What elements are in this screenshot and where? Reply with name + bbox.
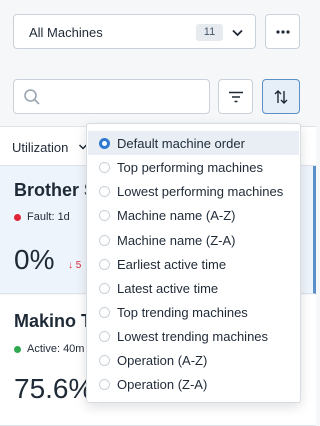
- sort-option-label: Operation (Z-A): [117, 376, 208, 392]
- more-options-button[interactable]: [265, 14, 300, 49]
- search-icon: [24, 89, 40, 105]
- search-input[interactable]: [13, 79, 210, 114]
- utilization-value: 0%: [14, 244, 55, 275]
- sort-option[interactable]: Default machine order: [88, 131, 299, 155]
- radio-unselected: [99, 378, 110, 390]
- sort-option[interactable]: Machine name (Z-A): [88, 228, 299, 252]
- machine-status: Fault: 1d: [14, 211, 70, 223]
- status-dot: [14, 345, 21, 353]
- sort-option[interactable]: Top trending machines: [88, 300, 299, 324]
- top-toolbar: All Machines 11: [0, 0, 316, 126]
- sort-option-label: Lowest performing machines: [117, 183, 284, 199]
- radio-unselected: [99, 209, 110, 221]
- filter-icon: [228, 91, 243, 102]
- sort-option-label: Operation (A-Z): [117, 352, 208, 368]
- sort-option-label: Default machine order: [117, 135, 245, 151]
- sort-option[interactable]: Latest active time: [88, 276, 299, 300]
- chevron-down-icon: [232, 29, 243, 37]
- sort-option-label: Top performing machines: [117, 159, 263, 175]
- sort-option[interactable]: Lowest performing machines: [88, 179, 299, 203]
- sort-option-label: Machine name (Z-A): [117, 232, 236, 248]
- sort-option[interactable]: Machine name (A-Z): [88, 203, 299, 227]
- sort-icon: [274, 89, 288, 104]
- machine-name: Brother S: [14, 180, 97, 200]
- more-horizontal-icon: [275, 29, 290, 34]
- machine-status: Active: 40m: [14, 343, 84, 355]
- status-dot: [14, 213, 21, 221]
- radio-unselected: [99, 282, 110, 294]
- sort-option-label: Top trending machines: [117, 304, 248, 320]
- radio-selected: [99, 137, 110, 149]
- sort-option-label: Lowest trending machines: [117, 328, 269, 344]
- radio-unselected: [99, 161, 110, 173]
- status-text: Fault: 1d: [27, 211, 70, 223]
- sort-option[interactable]: Lowest trending machines: [88, 324, 299, 348]
- utilization-value: 75.6%: [14, 373, 94, 404]
- sort-option-label: Earliest active time: [117, 256, 227, 272]
- sort-option-label: Machine name (A-Z): [117, 207, 236, 223]
- sort-option[interactable]: Operation (Z-A): [88, 372, 299, 396]
- radio-unselected: [99, 330, 110, 342]
- radio-unselected: [99, 258, 110, 270]
- sort-menu: Default machine order Top performing mac…: [86, 123, 301, 403]
- radio-unselected: [99, 185, 110, 197]
- sort-option[interactable]: Earliest active time: [88, 252, 299, 276]
- filter-button[interactable]: [218, 79, 253, 114]
- trend-delta: ↓ 5: [68, 260, 82, 271]
- sort-option-label: Latest active time: [117, 280, 219, 296]
- metric-select[interactable]: Utilization: [12, 140, 68, 155]
- status-text: Active: 40m: [27, 343, 85, 355]
- machine-group-label: All Machines: [29, 25, 103, 40]
- sort-option[interactable]: Top performing machines: [88, 155, 299, 179]
- machine-name: Makino T: [14, 311, 93, 331]
- radio-unselected: [99, 306, 110, 318]
- sort-button[interactable]: [262, 79, 300, 114]
- radio-unselected: [99, 234, 110, 246]
- machine-count-badge: 11: [196, 24, 223, 41]
- radio-unselected: [99, 354, 110, 366]
- sort-option[interactable]: Operation (A-Z): [88, 348, 299, 372]
- machine-group-select[interactable]: All Machines 11: [13, 14, 256, 49]
